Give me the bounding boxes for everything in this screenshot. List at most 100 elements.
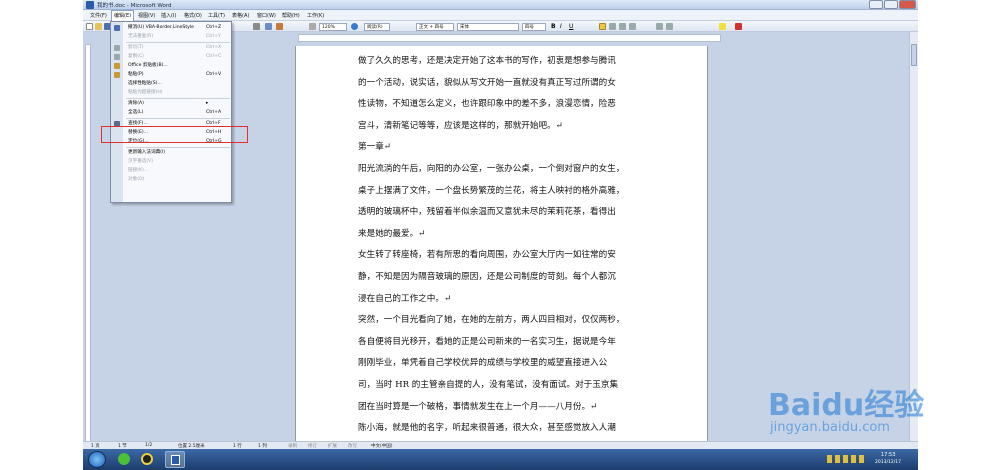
zoom-select[interactable]: 120% (319, 23, 347, 31)
document-line[interactable]: 司，当时 HR 的主管亲自提的人，没有笔试，没有面试。对于玉京集 (358, 378, 618, 390)
close-button[interactable] (899, 0, 916, 9)
baidu-watermark: Baidu经验 jingyan.baidu.com (768, 370, 930, 450)
maximize-button[interactable] (884, 0, 898, 9)
justify-icon[interactable] (629, 23, 636, 30)
document-line[interactable]: 做了久久的思考，还是决定开始了这本书的写作，初衷是想参与腾讯 (358, 54, 616, 66)
align-right-icon[interactable] (619, 23, 626, 30)
document-line[interactable]: 的一个活动，说实话，貌似从写文开始一直就没有真正写过所谓的女 (358, 76, 616, 88)
show-hide-icon[interactable] (309, 23, 316, 30)
edit-menu-item-6[interactable]: 选择性粘贴(S)... (124, 80, 232, 88)
edit-menu-item-5[interactable]: 粘贴(P) Ctrl+V (114, 71, 232, 79)
scroll-thumb[interactable] (911, 44, 917, 66)
menu-item-label: 选择性粘贴(S)... (128, 81, 162, 86)
bullets-icon[interactable] (666, 23, 673, 30)
edit-menu-item-3: 复制(C) Ctrl+C (114, 53, 232, 61)
document-line[interactable]: 团在当时算是一个破格，事情就发生在上一个月——八月份。↵ (358, 400, 597, 412)
menu-file[interactable]: 文件(F) (90, 12, 107, 19)
italic-button[interactable]: I (560, 23, 562, 30)
document-line[interactable]: 各自便将目光移开，看她的正是公司新来的一名实习生，据说是今年 (358, 335, 616, 347)
menu-insert[interactable]: 插入(I) (161, 12, 176, 19)
menu-item-label: 粘贴(P) (128, 72, 144, 77)
help-icon[interactable] (351, 23, 358, 30)
menu-item-icon (114, 45, 120, 51)
document-line[interactable]: 刚刚毕业，单凭着自己学校优异的成绩与学校里的威望直接进入公 (358, 356, 607, 368)
menu-item-label: 链接(K)... (128, 168, 149, 173)
menu-item-label: 清除(A) (128, 101, 144, 106)
menu-item-label: 汉字重选(V) (128, 159, 154, 164)
document-line[interactable]: 宫斗，清新笔记等等，应该是这样的，那就开始吧。↵ (358, 119, 563, 131)
read-mode-button[interactable]: 阅读(R) (364, 23, 390, 31)
horizontal-ruler[interactable] (298, 34, 721, 42)
document-line[interactable]: 浸在自己的工作之中。↵ (358, 292, 451, 304)
document-line[interactable]: 女生转了转座椅，若有所思的看向周围，办公室大厅内一如往常的安 (358, 248, 616, 260)
edit-menu-item-0[interactable]: 撤消(U) VBA-Border.LineStyle Ctrl+Z (114, 24, 232, 32)
menu-table[interactable]: 表格(A) (232, 12, 249, 19)
menu-separator (126, 42, 230, 43)
baidu-url-text: jingyan.baidu.com (770, 420, 890, 435)
numbering-icon[interactable] (656, 23, 663, 30)
vertical-ruler[interactable] (85, 44, 91, 444)
underline-button[interactable]: U (569, 23, 573, 30)
document-line[interactable]: 来是她的最爱。↵ (358, 227, 425, 239)
document-line[interactable]: 静，不知是因为隔音玻璃的原因，还是公司制度的苛刻。每个人都沉 (358, 270, 616, 282)
menu-item-icon (114, 25, 120, 31)
font-color-icon[interactable] (735, 23, 742, 30)
menu-item-icon (114, 72, 120, 78)
menu-item-label: 无法重复(R) (128, 34, 154, 39)
menu-window[interactable]: 窗口(W) (257, 12, 276, 19)
document-line[interactable]: 第一章↵ (358, 140, 391, 152)
document-line[interactable]: 性读物，不知道怎么定义，也许跟印象中的差不多，浪漫恋情，险恶 (358, 97, 616, 109)
print-icon[interactable] (253, 23, 260, 30)
find-highlight-box (101, 126, 248, 143)
menu-view[interactable]: 视图(V) (138, 12, 155, 19)
menu-item-label: 撤消(U) VBA-Border.LineStyle (128, 25, 194, 30)
style-select[interactable]: 正文 + 四号 (416, 23, 454, 31)
minimize-button[interactable] (869, 0, 883, 9)
word-app-icon (86, 1, 94, 9)
document-line[interactable]: 阳光流淌的午后，向阳的办公室，一张办公桌，一个倒对窗户的女生， (358, 162, 624, 174)
menu-tools[interactable]: 工具(T) (208, 12, 225, 19)
edit-menu-item-8[interactable]: 清除(A) ▸ (124, 100, 232, 108)
document-page[interactable]: 做了久久的思考，还是决定开始了这本书的写作，初衷是想参与腾讯 的一个活动，说实话，… (295, 46, 708, 441)
open-icon[interactable] (95, 23, 102, 30)
edit-menu-item-14: 汉字重选(V) (124, 158, 232, 166)
document-line[interactable]: 突然，一个目光看向了她，在她的左前方，两人四目相对，仅仅两秒， (358, 313, 624, 325)
taskbar-app-icon[interactable] (118, 453, 130, 465)
menu-bar: 文件(F) 编辑(E) 视图(V) 插入(I) 格式(O) 工具(T) 表格(A… (83, 10, 918, 30)
window-title: 我的书.doc - Microsoft Word (97, 3, 172, 9)
highlight-icon[interactable] (719, 23, 726, 30)
font-size-select[interactable]: 四号 (522, 23, 546, 31)
menu-item-shortcut: Ctrl+Y (206, 34, 221, 39)
new-icon[interactable] (86, 23, 93, 30)
edit-menu-item-4[interactable]: Office 剪贴板(B)... (114, 62, 232, 70)
menu-item-shortcut: Ctrl+C (206, 54, 222, 59)
document-line[interactable]: 桌子上摆满了文件，一个盘长势繁茂的兰花，将主人映衬的格外高雅， (358, 184, 624, 196)
document-line[interactable]: 陈小海，就是他的名字，听起来很普通，很大众，甚至感觉放入人潮 (358, 421, 616, 433)
align-center-icon[interactable] (609, 23, 616, 30)
menu-item-label: 全选(L) (128, 110, 144, 115)
menu-separator (126, 147, 230, 148)
word-task-button[interactable] (165, 451, 185, 468)
status-pages: 1/2 (145, 443, 153, 448)
menu-help[interactable]: 帮助(H) (282, 12, 300, 19)
menu-item-shortcut: Ctrl+V (206, 72, 222, 77)
menu-separator (126, 118, 230, 119)
menu-edit[interactable]: 编辑(E) (111, 10, 135, 21)
menu-format[interactable]: 格式(O) (184, 12, 202, 19)
edit-menu-item-2: 剪切(T) Ctrl+X (114, 44, 232, 52)
drawing-icon[interactable] (276, 23, 283, 30)
document-line[interactable]: 透明的玻璃杯中，残留着半似余温而又意犹未尽的茉莉花茶，看得出 (358, 205, 616, 217)
menu-separator (126, 98, 230, 99)
align-left-icon[interactable] (599, 23, 606, 30)
bold-button[interactable]: B (551, 23, 556, 30)
tray-icons[interactable] (827, 455, 867, 463)
edit-menu-item-9[interactable]: 全选(L) Ctrl+A (124, 109, 232, 117)
font-select[interactable]: 宋体 (457, 23, 519, 31)
qq-icon[interactable] (141, 453, 153, 465)
start-button[interactable] (88, 451, 106, 468)
tray-time: 17:53 (881, 452, 896, 458)
edit-menu-item-13[interactable]: 更新输入法词典(I) (124, 149, 232, 157)
table-icon[interactable] (265, 23, 272, 30)
menu-work[interactable]: 工作(K) (307, 12, 324, 19)
menu-item-shortcut: Ctrl+A (206, 110, 222, 115)
